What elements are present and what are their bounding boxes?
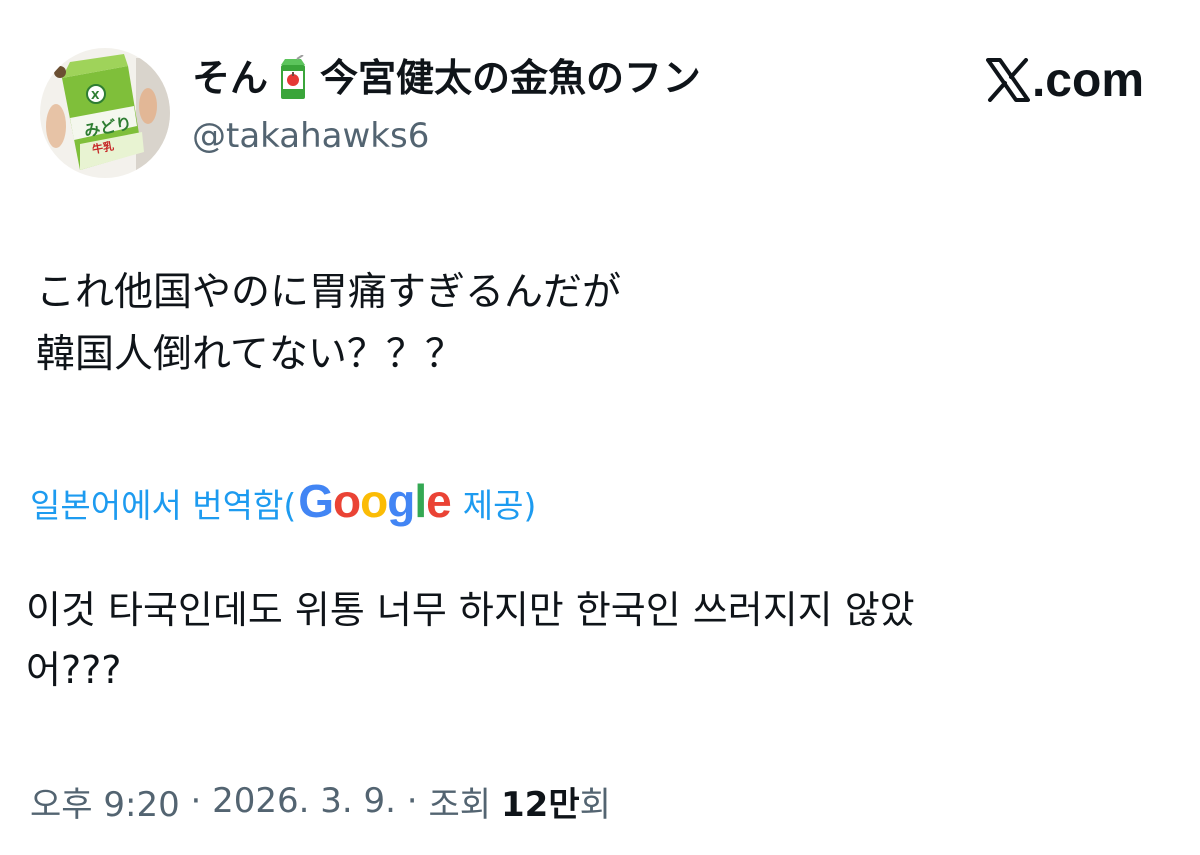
milk-carton-avatar-icon: みどり 牛乳 X [40,48,170,178]
tweet-time[interactable]: 오후 9:20 [30,777,180,826]
brand-domain: .com [1031,53,1144,107]
translation-prefix: 일본어에서 번역함( [30,486,297,525]
brand-watermark: .com [985,50,1144,110]
tweet-date[interactable]: 2026. 3. 9. [212,781,396,821]
display-name-suffix: 今宮健太の金魚のフン [320,56,701,100]
tweet-meta: 오후 9:20 · 2026. 3. 9. · 조회 12만 회 [30,776,611,826]
translated-text-line: 이것 타국인데도 위통 너무 하지만 한국인 쓰러지지 않았 [26,588,915,632]
username-handle[interactable]: @takahawks6 [192,113,429,159]
translated-text-line: 어??? [26,648,122,692]
google-logo: Google [298,475,451,527]
translated-text: 이것 타국인데도 위통 너무 하지만 한국인 쓰러지지 않았 어??? [26,580,1166,700]
x-logo-icon [985,58,1030,102]
meta-separator: · [396,781,429,821]
meta-separator: · [179,781,213,821]
display-name[interactable]: そん 今宮健太の金魚のフン [192,52,701,104]
views-label: 조회 [428,784,491,825]
svg-text:X: X [91,89,100,102]
translation-toggle[interactable]: 일본어에서 번역함( Google 제공) [30,475,537,530]
tweet-text: これ他国やのに胃痛すぎるんだが 韓国人倒れてない？？？ [36,262,1156,386]
apple-juice-box-icon [276,55,312,101]
tweet-text-line: 韓国人倒れてない？？？ [36,332,464,377]
display-name-prefix: そん [192,56,269,100]
avatar[interactable]: みどり 牛乳 X [40,48,170,178]
views-count: 12만 [501,784,580,825]
views-suffix: 회 [579,784,611,825]
tweet-text-line: これ他国やのに胃痛すぎるんだが [36,270,622,315]
translation-suffix: 제공) [462,486,537,525]
